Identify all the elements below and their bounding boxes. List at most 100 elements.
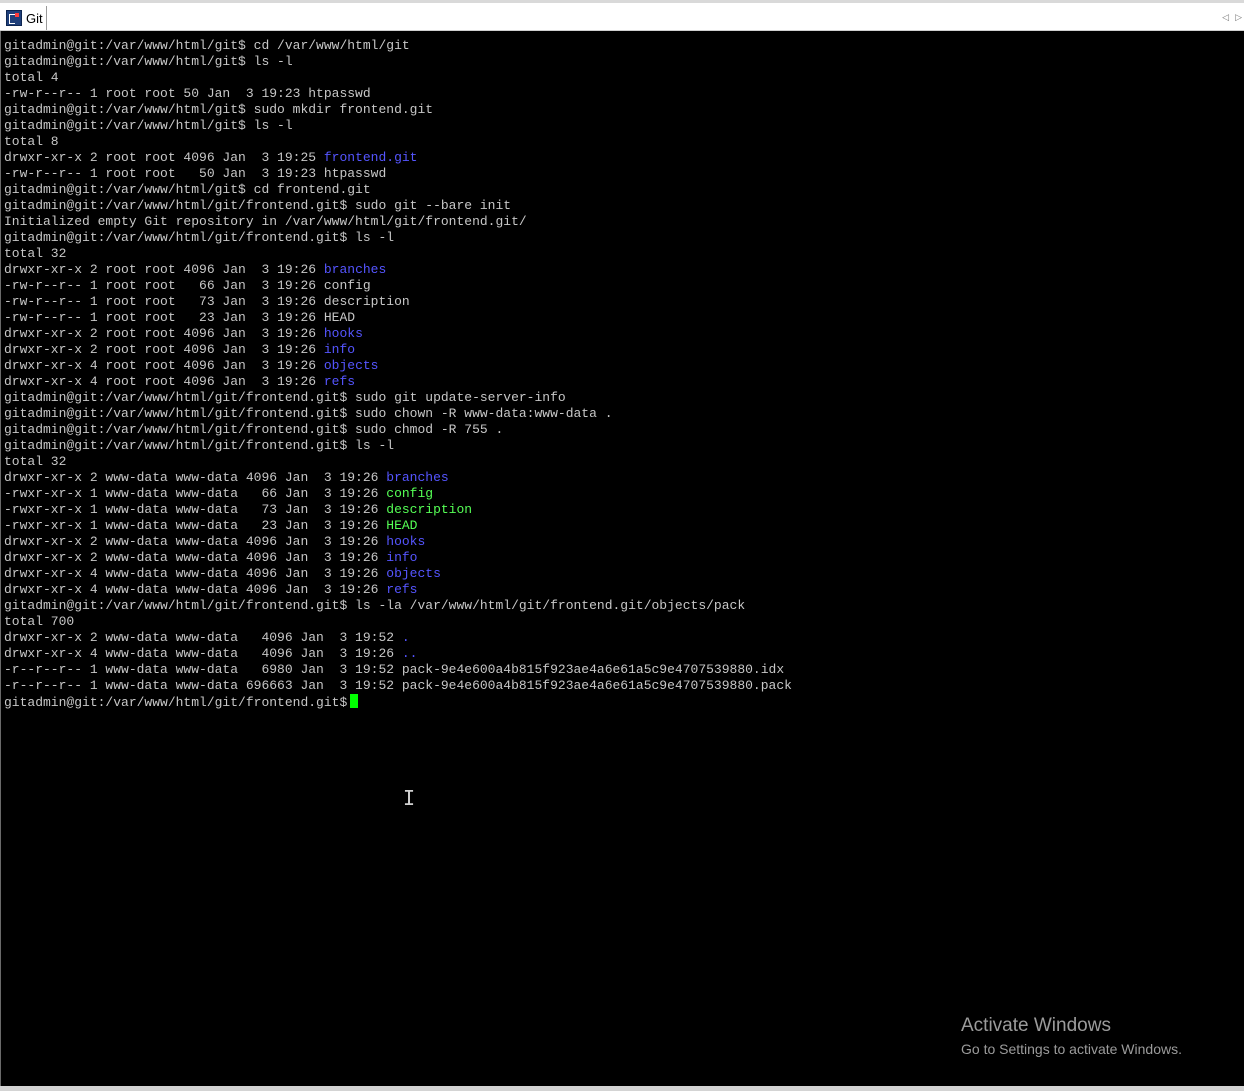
terminal-text: gitadmin@git:/var/www/html/git/frontend.… xyxy=(4,406,613,421)
file-name-green: HEAD xyxy=(386,518,418,533)
terminal-text: drwxr-xr-x 4 root root 4096 Jan 3 19:26 xyxy=(4,358,324,373)
window-bottom-border xyxy=(0,1086,1244,1091)
terminal-text: drwxr-xr-x 2 www-data www-data 4096 Jan … xyxy=(4,550,387,565)
terminal-line: Initialized empty Git repository in /var… xyxy=(4,214,792,230)
terminal-prompt: gitadmin@git:/var/www/html/git/frontend.… xyxy=(4,695,348,710)
terminal-text: gitadmin@git:/var/www/html/git/frontend.… xyxy=(4,198,512,213)
file-name-blue: branches xyxy=(386,470,449,485)
terminal-line: gitadmin@git:/var/www/html/git$ sudo mkd… xyxy=(4,102,792,118)
terminal-text: gitadmin@git:/var/www/html/git$ cd front… xyxy=(4,182,371,197)
terminal-line: gitadmin@git:/var/www/html/git/frontend.… xyxy=(4,198,792,214)
terminal-text: drwxr-xr-x 4 www-data www-data 4096 Jan … xyxy=(4,582,387,597)
tab-git[interactable]: Git xyxy=(2,6,47,30)
terminal-line: -rw-r--r-- 1 root root 50 Jan 3 19:23 ht… xyxy=(4,166,792,182)
terminal-line: drwxr-xr-x 2 root root 4096 Jan 3 19:25 … xyxy=(4,150,792,166)
scroll-right-icon[interactable]: ▷ xyxy=(1235,12,1242,22)
terminal-line: -rw-r--r-- 1 root root 66 Jan 3 19:26 co… xyxy=(4,278,792,294)
terminal-line: total 32 xyxy=(4,246,792,262)
terminal-text: gitadmin@git:/var/www/html/git/frontend.… xyxy=(4,390,566,405)
terminal-text: -rw-r--r-- 1 root root 23 Jan 3 19:26 HE… xyxy=(4,310,356,325)
terminal-line: gitadmin@git:/var/www/html/git$ cd /var/… xyxy=(4,38,792,54)
activate-windows-watermark: Activate Windows Go to Settings to activ… xyxy=(961,1014,1182,1060)
terminal-line: drwxr-xr-x 4 www-data www-data 4096 Jan … xyxy=(4,566,792,582)
terminal-text: total 4 xyxy=(4,70,59,85)
terminal-text: gitadmin@git:/var/www/html/git$ ls -l xyxy=(4,54,293,69)
terminal-prompt-line[interactable]: gitadmin@git:/var/www/html/git/frontend.… xyxy=(4,694,792,710)
terminal-line: -rwxr-xr-x 1 www-data www-data 73 Jan 3 … xyxy=(4,502,792,518)
terminal-text: -r--r--r-- 1 www-data www-data 6980 Jan … xyxy=(4,662,785,677)
terminal-text: gitadmin@git:/var/www/html/git/frontend.… xyxy=(4,438,395,453)
file-name-blue: refs xyxy=(323,374,356,389)
terminal-text: total 8 xyxy=(4,134,59,149)
file-name-blue: . xyxy=(401,630,410,645)
terminal-line: gitadmin@git:/var/www/html/git$ cd front… xyxy=(4,182,792,198)
file-name-blue: .. xyxy=(401,646,418,661)
terminal-line: gitadmin@git:/var/www/html/git/frontend.… xyxy=(4,422,792,438)
terminal-text: drwxr-xr-x 2 root root 4096 Jan 3 19:26 xyxy=(4,342,324,357)
terminal-line: gitadmin@git:/var/www/html/git/frontend.… xyxy=(4,390,792,406)
watermark-title: Activate Windows xyxy=(961,1015,1111,1036)
terminal-text: -r--r--r-- 1 www-data www-data 696663 Ja… xyxy=(4,678,792,693)
file-name-blue: hooks xyxy=(386,534,426,549)
tab-bar: Git ◁ ▷ xyxy=(0,0,1244,31)
terminal-line: drwxr-xr-x 4 www-data www-data 4096 Jan … xyxy=(4,582,792,598)
terminal-line: -rwxr-xr-x 1 www-data www-data 66 Jan 3 … xyxy=(4,486,792,502)
text-cursor-icon: I xyxy=(403,786,416,810)
file-name-blue: info xyxy=(323,342,356,357)
terminal-window[interactable]: gitadmin@git:/var/www/html/git$ cd /var/… xyxy=(0,31,1244,1086)
file-name-blue: hooks xyxy=(323,326,363,341)
scroll-left-icon[interactable]: ◁ xyxy=(1222,12,1229,22)
terminal-text: -rw-r--r-- 1 root root 50 Jan 3 19:23 ht… xyxy=(4,86,371,101)
terminal-text: gitadmin@git:/var/www/html/git/frontend.… xyxy=(4,230,395,245)
terminal-line: drwxr-xr-x 2 www-data www-data 4096 Jan … xyxy=(4,630,792,646)
terminal-text: drwxr-xr-x 2 www-data www-data 4096 Jan … xyxy=(4,534,387,549)
terminal-line: -r--r--r-- 1 www-data www-data 6980 Jan … xyxy=(4,662,792,678)
terminal-line: drwxr-xr-x 4 root root 4096 Jan 3 19:26 … xyxy=(4,374,792,390)
terminal-text: -rwxr-xr-x 1 www-data www-data 73 Jan 3 … xyxy=(4,502,387,517)
terminal-text: gitadmin@git:/var/www/html/git$ sudo mkd… xyxy=(4,102,434,117)
terminal-line: drwxr-xr-x 2 www-data www-data 4096 Jan … xyxy=(4,470,792,486)
terminal-line: -rw-r--r-- 1 root root 73 Jan 3 19:26 de… xyxy=(4,294,792,310)
terminal-text: drwxr-xr-x 2 www-data www-data 4096 Jan … xyxy=(4,470,387,485)
file-name-blue: frontend.git xyxy=(323,150,418,165)
terminal-line: gitadmin@git:/var/www/html/git$ ls -l xyxy=(4,54,792,70)
terminal-line: drwxr-xr-x 2 www-data www-data 4096 Jan … xyxy=(4,534,792,550)
putty-terminal-icon xyxy=(6,10,22,26)
watermark-subtitle: Go to Settings to activate Windows. xyxy=(961,1041,1182,1057)
terminal-text: gitadmin@git:/var/www/html/git$ cd /var/… xyxy=(4,38,410,53)
terminal-line: total 700 xyxy=(4,614,792,630)
terminal-line: -r--r--r-- 1 www-data www-data 696663 Ja… xyxy=(4,678,792,694)
terminal-line: drwxr-xr-x 2 root root 4096 Jan 3 19:26 … xyxy=(4,342,792,358)
terminal-text: gitadmin@git:/var/www/html/git/frontend.… xyxy=(4,422,504,437)
terminal-text: total 32 xyxy=(4,246,67,261)
file-name-blue: branches xyxy=(323,262,387,277)
terminal-text: drwxr-xr-x 4 www-data www-data 4096 Jan … xyxy=(4,566,387,581)
file-name-blue: info xyxy=(386,550,418,565)
terminal-line: drwxr-xr-x 4 www-data www-data 4096 Jan … xyxy=(4,646,792,662)
terminal-line: gitadmin@git:/var/www/html/git/frontend.… xyxy=(4,438,792,454)
terminal-text: drwxr-xr-x 2 root root 4096 Jan 3 19:26 xyxy=(4,262,324,277)
terminal-line: drwxr-xr-x 2 root root 4096 Jan 3 19:26 … xyxy=(4,326,792,342)
terminal-cursor xyxy=(350,694,359,708)
terminal-text: drwxr-xr-x 2 root root 4096 Jan 3 19:26 xyxy=(4,326,324,341)
terminal-text: -rw-r--r-- 1 root root 66 Jan 3 19:26 co… xyxy=(4,278,371,293)
terminal-text: gitadmin@git:/var/www/html/git/frontend.… xyxy=(4,598,746,613)
tab-label: Git xyxy=(26,10,43,26)
terminal-text: -rwxr-xr-x 1 www-data www-data 23 Jan 3 … xyxy=(4,518,387,533)
terminal-line: -rwxr-xr-x 1 www-data www-data 23 Jan 3 … xyxy=(4,518,792,534)
terminal-line: drwxr-xr-x 2 root root 4096 Jan 3 19:26 … xyxy=(4,262,792,278)
terminal-line: -rw-r--r-- 1 root root 50 Jan 3 19:23 ht… xyxy=(4,86,792,102)
terminal-output: gitadmin@git:/var/www/html/git$ cd /var/… xyxy=(4,38,792,710)
terminal-line: total 8 xyxy=(4,134,792,150)
terminal-line: gitadmin@git:/var/www/html/git/frontend.… xyxy=(4,598,792,614)
terminal-text: -rw-r--r-- 1 root root 50 Jan 3 19:23 ht… xyxy=(4,166,387,181)
terminal-text: drwxr-xr-x 4 root root 4096 Jan 3 19:26 xyxy=(4,374,324,389)
terminal-line: gitadmin@git:/var/www/html/git/frontend.… xyxy=(4,406,792,422)
terminal-line: drwxr-xr-x 4 root root 4096 Jan 3 19:26 … xyxy=(4,358,792,374)
terminal-text: -rwxr-xr-x 1 www-data www-data 66 Jan 3 … xyxy=(4,486,387,501)
terminal-text: gitadmin@git:/var/www/html/git$ ls -l xyxy=(4,118,293,133)
file-name-green: config xyxy=(386,486,434,501)
terminal-text: drwxr-xr-x 2 root root 4096 Jan 3 19:25 xyxy=(4,150,324,165)
terminal-text: -rw-r--r-- 1 root root 73 Jan 3 19:26 de… xyxy=(4,294,410,309)
file-name-blue: objects xyxy=(386,566,441,581)
